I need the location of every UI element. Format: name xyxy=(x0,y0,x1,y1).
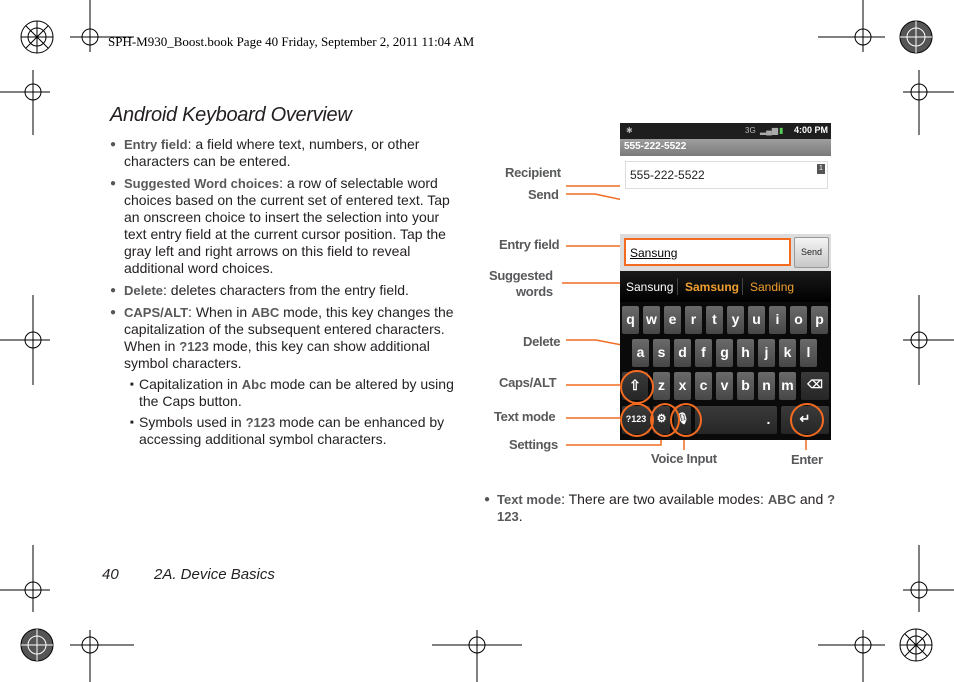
registration-marks xyxy=(0,0,954,682)
target-mark xyxy=(903,70,954,135)
target-mark xyxy=(432,630,522,682)
target-mark xyxy=(0,545,50,612)
target-mark xyxy=(70,630,134,682)
target-mark xyxy=(0,70,50,135)
crop-mark-bottom-right xyxy=(899,628,933,662)
target-mark xyxy=(818,0,885,52)
crop-mark-top-right xyxy=(899,20,933,54)
crop-mark-top-left xyxy=(20,20,54,54)
crop-mark-bottom-left xyxy=(20,628,54,662)
target-mark xyxy=(0,295,50,385)
target-mark xyxy=(903,295,954,385)
target-mark xyxy=(903,545,954,612)
target-mark xyxy=(70,0,134,52)
target-mark xyxy=(818,630,885,682)
